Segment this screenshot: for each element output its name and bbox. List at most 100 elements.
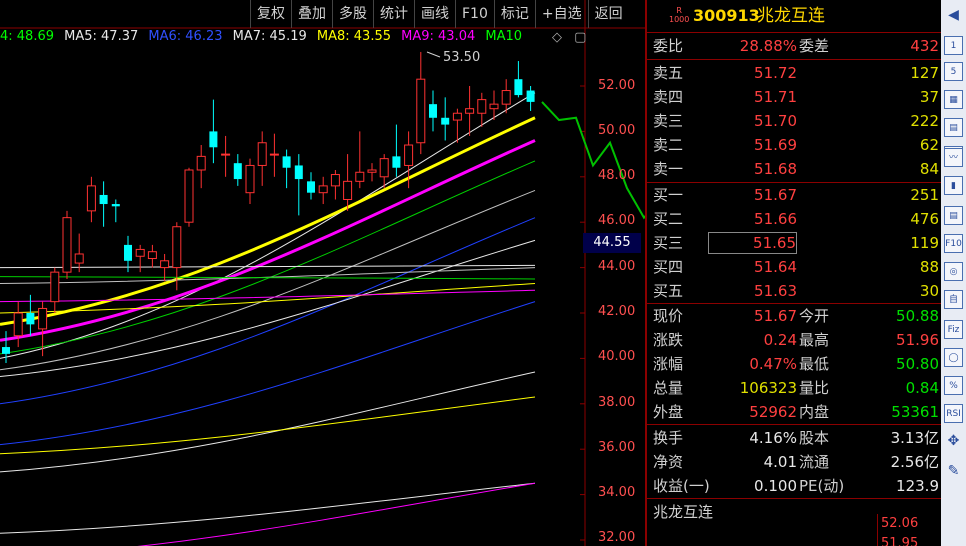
stock-name: 兆龙互连	[757, 6, 825, 26]
stat-label: 最低	[799, 355, 830, 373]
bid-row[interactable]: 买五 51.63 30	[647, 279, 943, 303]
stat-value: 50.88	[896, 307, 939, 325]
candle-body	[111, 204, 120, 207]
candle-body	[147, 251, 157, 260]
candle-body	[416, 78, 426, 144]
restore-rights-button[interactable]: 复权	[250, 0, 291, 28]
y-axis-label: 34.00	[598, 485, 636, 500]
order-ratio-row: 委比 28.88% 委差 432	[647, 34, 943, 58]
candle-body	[26, 313, 35, 325]
y-axis-label: 32.00	[598, 530, 636, 545]
report-icon[interactable]: ▤	[944, 206, 963, 225]
ma-line	[0, 371, 536, 473]
candle-body	[330, 174, 340, 187]
move-icon[interactable]: ✥	[944, 432, 963, 451]
multi-stock-button[interactable]: 多股	[332, 0, 373, 28]
order-ratio-label: 委比	[653, 37, 684, 55]
candle-body	[441, 117, 450, 125]
fundamental-label: PE(动)	[799, 477, 845, 495]
stat-label: 量比	[799, 379, 830, 397]
ask-price: 51.68	[754, 160, 797, 178]
peak-price-label: 53.50	[443, 50, 481, 65]
candle-body	[477, 99, 487, 114]
ask-row[interactable]: 卖三 51.70 222	[647, 109, 943, 133]
self-select-icon[interactable]: 自	[944, 290, 963, 309]
draw-line-button[interactable]: 画线	[414, 0, 455, 28]
candle-chart-icon[interactable]: ▮	[944, 176, 963, 195]
list-icon[interactable]: ▤	[944, 118, 963, 137]
mini-chart-price: 52.06	[881, 516, 919, 531]
square-toggle-icon[interactable]: ▢	[574, 30, 586, 45]
stat-value: 0.47%	[749, 355, 797, 373]
pencil-icon[interactable]: ✎	[944, 462, 963, 481]
ask-volume: 222	[910, 112, 939, 130]
y-axis-label: 44.00	[598, 259, 636, 274]
candle-body	[489, 103, 499, 110]
line-chart-icon[interactable]: 〰	[944, 148, 963, 167]
mini-chart-price: 51.95	[881, 536, 919, 546]
add-watchlist-button[interactable]: +自选	[534, 0, 588, 28]
ma-legend-item: MA8: 43.55	[316, 29, 391, 44]
y-axis-label: 50.00	[598, 123, 636, 138]
ask-row[interactable]: 卖四 51.71 37	[647, 85, 943, 109]
ask-label: 卖五	[653, 64, 684, 82]
bid-row[interactable]: 买二 51.66 476	[647, 207, 943, 231]
stat-value: 50.80	[896, 355, 939, 373]
ma-controls: ◇ ▢	[544, 30, 586, 45]
period-5-icon[interactable]: 5	[944, 62, 963, 81]
back-button[interactable]: 返回	[587, 0, 629, 28]
ask-row[interactable]: 卖一 51.68 84	[647, 157, 943, 181]
target-icon[interactable]: ◎	[944, 262, 963, 281]
circle-icon[interactable]: ◯	[944, 348, 963, 367]
y-axis-label: 52.00	[598, 78, 636, 93]
candle-body	[429, 104, 437, 118]
overlay-button[interactable]: 叠加	[291, 0, 332, 28]
candle-body	[318, 185, 328, 194]
stat-label: 涨幅	[653, 355, 684, 373]
fundamental-value: 4.01	[763, 453, 797, 471]
y-axis-label: 40.00	[598, 349, 636, 364]
ask-price: 51.69	[754, 136, 797, 154]
y-axis-label: 46.00	[598, 213, 636, 228]
f10-icon[interactable]: F10	[944, 234, 963, 253]
fiz-icon[interactable]: Fiz	[944, 320, 963, 339]
stat-value: 51.96	[896, 331, 939, 349]
percent-icon[interactable]: %	[944, 376, 963, 395]
kline-chart[interactable]	[0, 0, 645, 546]
bid-volume: 88	[919, 258, 939, 276]
candle-body	[257, 142, 267, 166]
period-1-icon[interactable]: 1	[944, 36, 963, 55]
ask-row[interactable]: 卖五 51.72 127	[647, 61, 943, 85]
kline-chart-area[interactable]: 复权 叠加 多股 统计 画线 F10 标记 +自选 返回 4: 48.69 MA…	[0, 0, 645, 546]
fundamental-value: 2.56亿	[890, 453, 939, 471]
candle-body	[501, 90, 511, 105]
candle-body	[282, 156, 291, 168]
mark-button[interactable]: 标记	[493, 0, 535, 28]
fundamental-row: 净资 4.01 流通 2.56亿	[647, 450, 943, 474]
f10-button[interactable]: F10	[455, 0, 494, 28]
statistics-button[interactable]: 统计	[373, 0, 414, 28]
candle-body	[367, 169, 377, 173]
stat-row: 涨幅 0.47% 最低 50.80	[647, 352, 943, 376]
ask-row[interactable]: 卖二 51.69 62	[647, 133, 943, 157]
diamond-icon[interactable]: ◇	[552, 30, 562, 45]
candle-body	[245, 164, 255, 194]
candle-body	[343, 180, 353, 200]
ma-line	[0, 92, 536, 359]
ask-volume: 37	[919, 88, 939, 106]
ma-legend-item: MA10	[485, 29, 523, 44]
candle-body	[465, 108, 475, 114]
bid-row[interactable]: 买一 51.67 251	[647, 183, 943, 207]
candle-body	[135, 248, 145, 257]
fundamental-value: 4.16%	[749, 429, 797, 447]
ask-price: 51.71	[754, 88, 797, 106]
rsi-icon[interactable]: RSI	[944, 404, 963, 423]
bid-row[interactable]: 买四 51.64 88	[647, 255, 943, 279]
y-axis-label: 42.00	[598, 304, 636, 319]
stat-row: 现价 51.67 今开 50.88	[647, 304, 943, 328]
ma-legend: 4: 48.69 MA5: 47.37 MA6: 46.23 MA7: 45.1…	[0, 29, 590, 47]
grid-icon[interactable]: ▦	[944, 90, 963, 109]
bid-row[interactable]: 买三 51.65 119	[647, 231, 943, 255]
collapse-arrow-icon[interactable]: ◀	[944, 6, 963, 25]
ask-label: 卖二	[653, 136, 684, 154]
